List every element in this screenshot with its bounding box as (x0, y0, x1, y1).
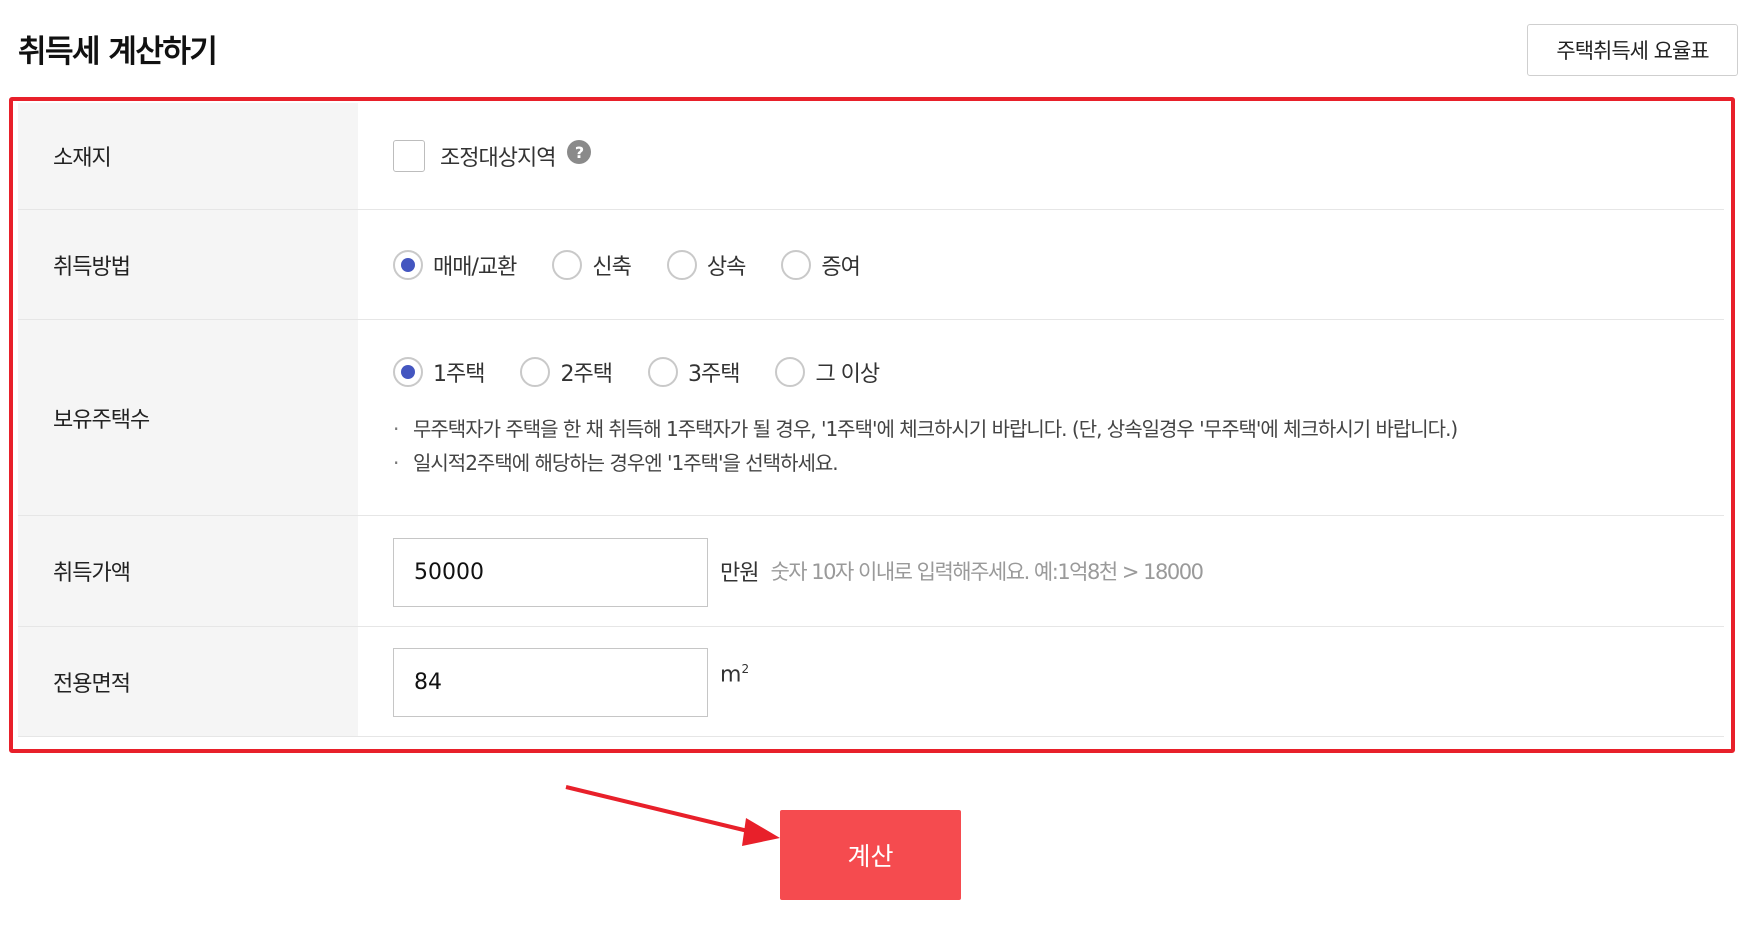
arrow-line (565, 785, 753, 834)
page-title: 취득세 계산하기 (18, 34, 218, 70)
highlight-box (9, 97, 1735, 753)
arrow-head-icon (742, 818, 780, 846)
rate-table-button[interactable]: 주택취득세 요율표 (1527, 24, 1738, 76)
calculate-button[interactable]: 계산 (780, 810, 961, 900)
